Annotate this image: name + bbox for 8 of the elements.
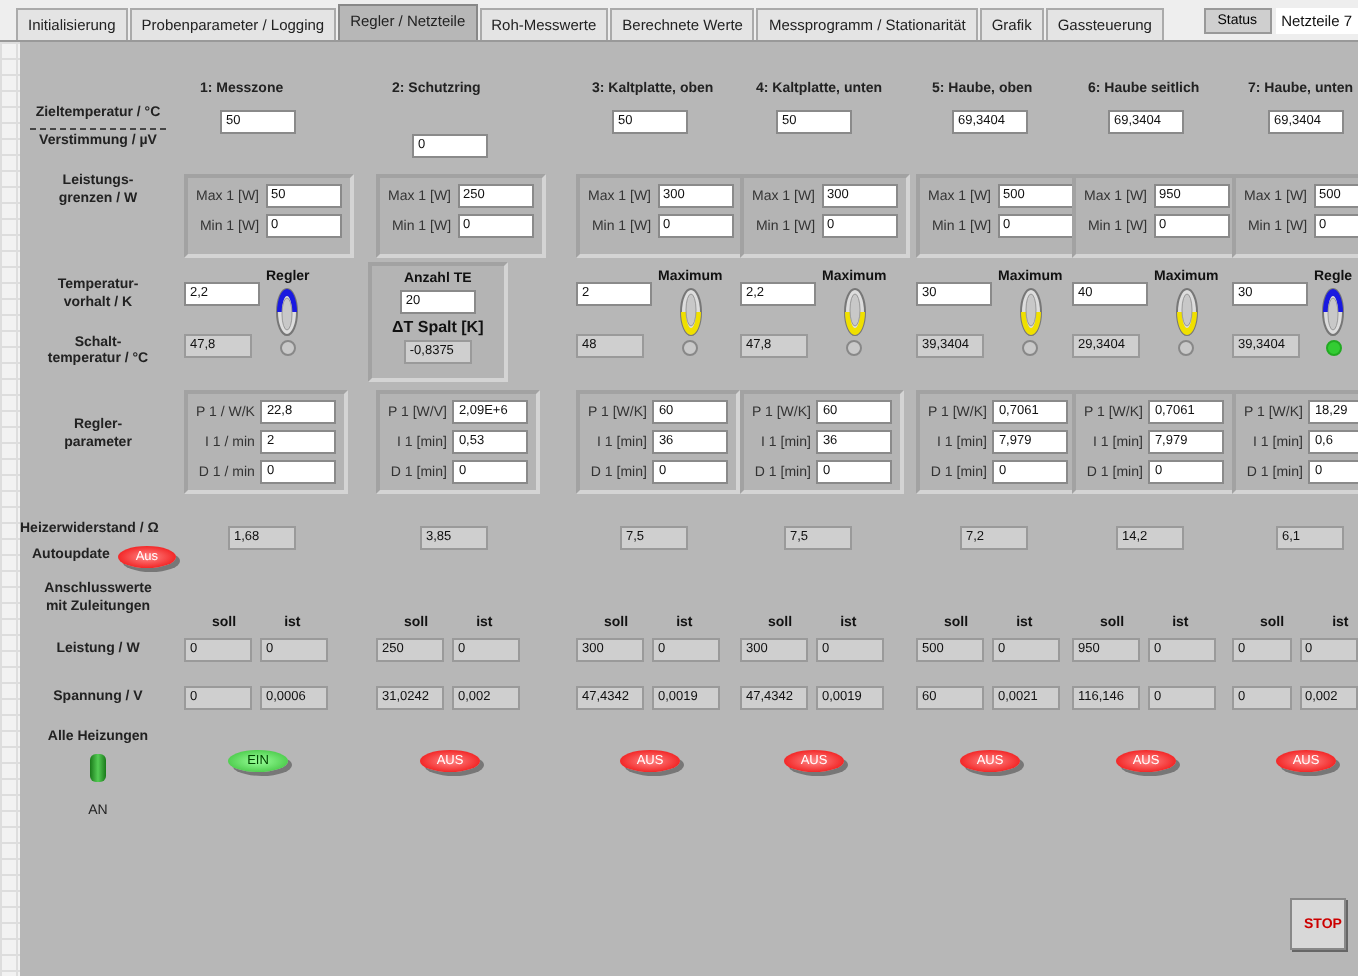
toggle-switch[interactable] xyxy=(90,753,106,782)
toggle-switch[interactable] xyxy=(1175,288,1198,336)
toggle-switch[interactable] xyxy=(1322,288,1345,336)
toggle-switch[interactable] xyxy=(1019,288,1042,336)
spalt-label: ΔT Spalt [K] xyxy=(392,318,484,336)
toggle-switch[interactable] xyxy=(276,288,299,336)
toggle-switch[interactable] xyxy=(679,288,702,336)
toggle-switch[interactable] xyxy=(843,288,866,336)
